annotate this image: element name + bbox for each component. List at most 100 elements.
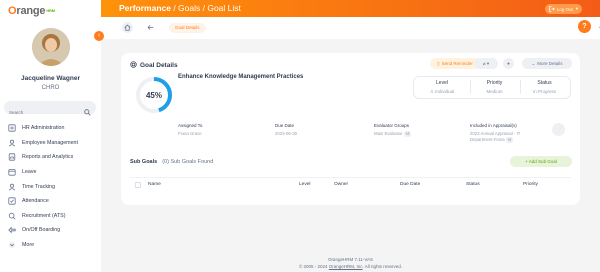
evaluator-count-badge[interactable]: +2 <box>403 131 411 137</box>
sidebar-item-label: HR Administration <box>22 125 65 132</box>
column-header-level[interactable]: Level <box>299 182 310 187</box>
target-icon <box>130 61 137 70</box>
logout-label: Log Out <box>556 6 573 12</box>
help-icon: ? <box>582 23 587 30</box>
priority-head: Priority <box>486 80 503 86</box>
search-icon[interactable] <box>84 103 91 121</box>
sidebar-item-label: Leave <box>22 169 37 176</box>
priority-column: Priority Medium <box>470 80 518 94</box>
attendance-icon <box>8 197 16 205</box>
status-column: Status In Progress <box>520 80 568 94</box>
section-title-text: Goal Details <box>140 62 178 69</box>
comment-button[interactable]: ● <box>503 58 514 69</box>
progress-text: 45% <box>146 91 162 100</box>
subgoals-table-header: Name Level Owner Due Date Status Priorit… <box>130 177 571 191</box>
goal-details-card: Goal Details 45% Enhance Knowledge Manag… <box>121 53 580 205</box>
reports-icon <box>8 153 16 162</box>
sidebar-item-label: Recruitment (ATS) <box>22 212 66 219</box>
evaluator-value: Main Evaluator +2 <box>374 131 411 137</box>
next-arrow-button[interactable] <box>552 123 565 136</box>
admin-icon <box>8 124 16 132</box>
company-link[interactable]: OrangeHRM, Inc <box>329 264 363 269</box>
sidebar-item-label: Employee Management <box>22 139 78 146</box>
section-title: Goal Details <box>130 61 178 70</box>
breadcrumb: / Goals / Goal List <box>170 3 241 13</box>
breadcrumb-chip[interactable]: Goal Details <box>169 23 206 33</box>
help-button[interactable]: ? <box>578 20 591 33</box>
page-title: Performance / Goals / Goal List <box>119 3 241 13</box>
sidebar-item-label: Reports and Analytics <box>22 154 74 161</box>
send-reminder-button[interactable]: ▯ Send Reminder <box>430 58 480 69</box>
column-header-due-date[interactable]: Due Date <box>400 182 420 187</box>
paperclip-icon: ⌀ ▾ <box>482 60 490 66</box>
column-header-owner[interactable]: Owner <box>334 182 348 187</box>
sidebar-item-label: On/Off Boarding <box>22 227 61 234</box>
comment-icon: ● <box>507 61 510 66</box>
sidebar-item-hr-administration[interactable]: HR Administration <box>0 121 101 136</box>
sidebar-collapse-button[interactable]: ‹ <box>94 31 104 41</box>
level-head: Level <box>436 80 448 86</box>
sidebar-item-label: Time Tracking <box>22 183 56 190</box>
goal-name: Enhance Knowledge Management Practices <box>178 74 304 80</box>
avatar[interactable] <box>32 28 70 66</box>
logout-icon <box>548 5 555 13</box>
sidebar-item-attendance[interactable]: Attendance <box>0 194 101 209</box>
recruitment-icon <box>8 212 16 220</box>
select-all-checkbox[interactable] <box>135 181 141 188</box>
appraisal-head: Included in Appraisal(s) <box>470 123 517 128</box>
sidebar-item-onoff-boarding[interactable]: On/Off Boarding <box>0 223 101 238</box>
search-input[interactable] <box>4 106 84 119</box>
appraisal-count-badge[interactable]: +2 <box>505 137 513 143</box>
more-chevron-icon <box>8 241 16 249</box>
evaluator-head: Evaluator Groups <box>374 123 410 128</box>
attachment-button[interactable]: ⌀ ▾ <box>474 58 498 69</box>
due-date: Due Date 2023-06-30 <box>275 123 297 137</box>
due-date-head: Due Date <box>275 123 295 128</box>
sidebar-item-recruitment[interactable]: Recruitment (ATS) <box>0 209 101 224</box>
back-button[interactable] <box>145 22 156 33</box>
status-head: Status <box>537 80 552 86</box>
column-header-status[interactable]: Status <box>466 182 480 187</box>
reminder-icon: ▯ <box>437 60 440 66</box>
more-details-label: More Details <box>537 61 563 66</box>
home-button[interactable] <box>122 22 133 33</box>
appraisal-value: 2023 Annual Appraisal - IT Department-Fi… <box>470 131 520 143</box>
sidebar-item-employee-management[interactable]: Employee Management <box>0 136 101 151</box>
search-box <box>4 101 96 119</box>
sidebar-item-leave[interactable]: Leave <box>0 165 101 180</box>
appraisal-value-text: Department-Fiona <box>470 137 505 142</box>
orangehrm-logo[interactable]: OrangeHRM <box>8 5 55 17</box>
brand-area: OrangeHRM <box>0 0 101 21</box>
evaluator-groups: Evaluator Groups Main Evaluator +2 <box>374 123 411 137</box>
subgoals-title: Sub Goals <box>130 159 158 165</box>
time-icon <box>8 183 16 191</box>
column-header-priority[interactable]: Priority <box>523 182 538 187</box>
sidebar-menu: HR Administration Employee Management Re… <box>0 121 101 252</box>
footer: OrangeHRM 7.11-VAS © 2005 - 2024 OrangeH… <box>101 256 600 270</box>
sidebar-item-label: More <box>22 242 35 249</box>
leave-icon <box>8 168 16 176</box>
level-value-text: Individual <box>435 89 455 94</box>
assigned-to-value: Fiona Grace <box>178 131 202 136</box>
column-header-name[interactable]: Name <box>148 182 161 187</box>
onboarding-icon <box>8 226 16 234</box>
footer-copyright: © 2005 - 2024 OrangeHRM, Inc. All rights… <box>101 263 600 270</box>
assigned-to-head: Assigned To <box>178 123 203 128</box>
due-date-value: 2023-06-30 <box>275 131 297 136</box>
logout-button[interactable]: Log Out ▾ <box>544 4 582 14</box>
chevron-down-icon: ⌄ <box>531 60 536 66</box>
subgoals-count: (0) Sub Goals Found <box>162 159 214 165</box>
sidebar-item-time-tracking[interactable]: Time Tracking <box>0 179 101 194</box>
priority-value: Medium <box>486 89 503 94</box>
home-icon <box>124 24 131 31</box>
arrow-left-icon <box>147 25 154 30</box>
user-name: Jacqueline Wagner <box>21 75 80 82</box>
chevron-down-icon: ▾ <box>575 6 578 11</box>
topbar: Performance / Goals / Goal List Log Out … <box>101 0 600 17</box>
more-details-button[interactable]: ⌄ More Details <box>522 58 572 69</box>
add-sub-goal-button[interactable]: + Add Sub Goal <box>510 156 572 167</box>
level-column: Level ♙ Individual <box>418 80 466 95</box>
sidebar-item-reports[interactable]: Reports and Analytics <box>0 150 101 165</box>
progress-ring: 45% <box>136 77 172 113</box>
sidebar-item-more[interactable]: More <box>0 238 101 253</box>
